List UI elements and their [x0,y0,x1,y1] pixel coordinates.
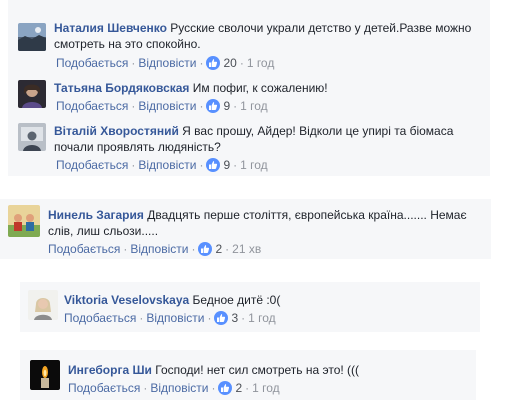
comment-text: почали проявлять людяність? [54,140,221,154]
avatar[interactable] [8,205,40,237]
likes-count[interactable]: 2 [235,381,242,395]
comment-item: Віталій Хворостяний Я вас прошу, Айдер! … [0,118,514,178]
like-link[interactable]: Подобається [68,381,140,395]
comment-text: смотреть на это спокойно. [54,37,201,51]
avatar[interactable] [30,360,60,390]
comment-actions: Подобається · Відповісти · 9 · 1 год [56,99,268,113]
thumbs-up-icon[interactable] [218,381,233,395]
likes-count[interactable]: 2 [215,242,222,256]
like-link[interactable]: Подобається [56,158,128,172]
avatar[interactable] [18,23,46,51]
comment-actions: Подобається · Відповісти · 3 · 1 год [64,311,276,325]
comment-text: Двадцять перше століття, європейська кра… [147,208,467,222]
thumbs-up-icon[interactable] [206,158,221,172]
likes-count[interactable]: 20 [223,56,236,70]
comment-time[interactable]: 21 хв [232,242,261,256]
likes-count[interactable]: 3 [231,311,238,325]
reply-link[interactable]: Відповісти [138,99,196,113]
like-link[interactable]: Подобається [48,242,120,256]
comment-time[interactable]: 1 год [240,158,268,172]
thumbs-up-icon[interactable] [198,242,213,256]
comment-text: Русские сволочи украли детство у детей.Р… [170,21,472,35]
like-link[interactable]: Подобається [64,311,136,325]
avatar[interactable] [18,80,46,108]
comment-actions: Подобається · Відповісти · 20 · 1 год [56,56,275,70]
thumbs-up-icon[interactable] [206,99,221,113]
comment-time[interactable]: 1 год [247,56,275,70]
reply-item: Ингеборга Ши Господи! нет сил смотреть н… [20,350,476,400]
comment-item: Татьяна Бордяковская Им пофиг, к сожален… [0,72,514,118]
thumbs-up-icon[interactable] [214,311,229,325]
comment-time[interactable]: 1 год [240,99,268,113]
like-link[interactable]: Подобається [56,99,128,113]
comment-actions: Подобається · Відповісти · 2 · 1 год [68,381,280,395]
likes-count[interactable]: 9 [223,99,230,113]
comment-actions: Подобається · Відповісти · 9 · 1 год [56,158,268,172]
avatar[interactable] [18,123,46,151]
comment-author[interactable]: Viktoria Veselovskaya [64,293,189,307]
comment-text: Им пофиг, к сожалению! [192,81,328,95]
comment-author[interactable]: Наталия Шевченко [54,21,167,35]
comment-time[interactable]: 1 год [248,311,276,325]
comment-item: Наталия Шевченко Русские сволочи украли … [0,0,514,72]
comment-time[interactable]: 1 год [252,381,280,395]
comment-author[interactable]: Віталій Хворостяний [54,124,179,138]
avatar[interactable] [28,290,58,320]
comment-item: Нинель Загария Двадцять перше століття, … [0,199,514,259]
comment-actions: Подобається · Відповісти · 2 · 21 хв [48,242,262,256]
reply-link[interactable]: Відповісти [150,381,208,395]
comment-text: слів, лиш сльози..... [48,224,159,238]
comment-author[interactable]: Нинель Загария [48,208,144,222]
comment-text: Бедное дитё :0( [192,293,281,307]
reply-link[interactable]: Відповісти [130,242,188,256]
reply-link[interactable]: Відповісти [146,311,204,325]
comment-text: Я вас прошу, Айдер! Відколи це упирі та … [182,124,454,138]
reply-link[interactable]: Відповісти [138,158,196,172]
comment-text: Господи! нет сил смотреть на это! ((( [155,363,360,377]
reply-item: Viktoria Veselovskaya Бедное дитё :0( По… [20,282,480,332]
reply-link[interactable]: Відповісти [138,56,196,70]
like-link[interactable]: Подобається [56,56,128,70]
likes-count[interactable]: 9 [223,158,230,172]
comment-author[interactable]: Татьяна Бордяковская [54,81,189,95]
comment-author[interactable]: Ингеборга Ши [68,363,152,377]
thumbs-up-icon[interactable] [206,56,221,70]
